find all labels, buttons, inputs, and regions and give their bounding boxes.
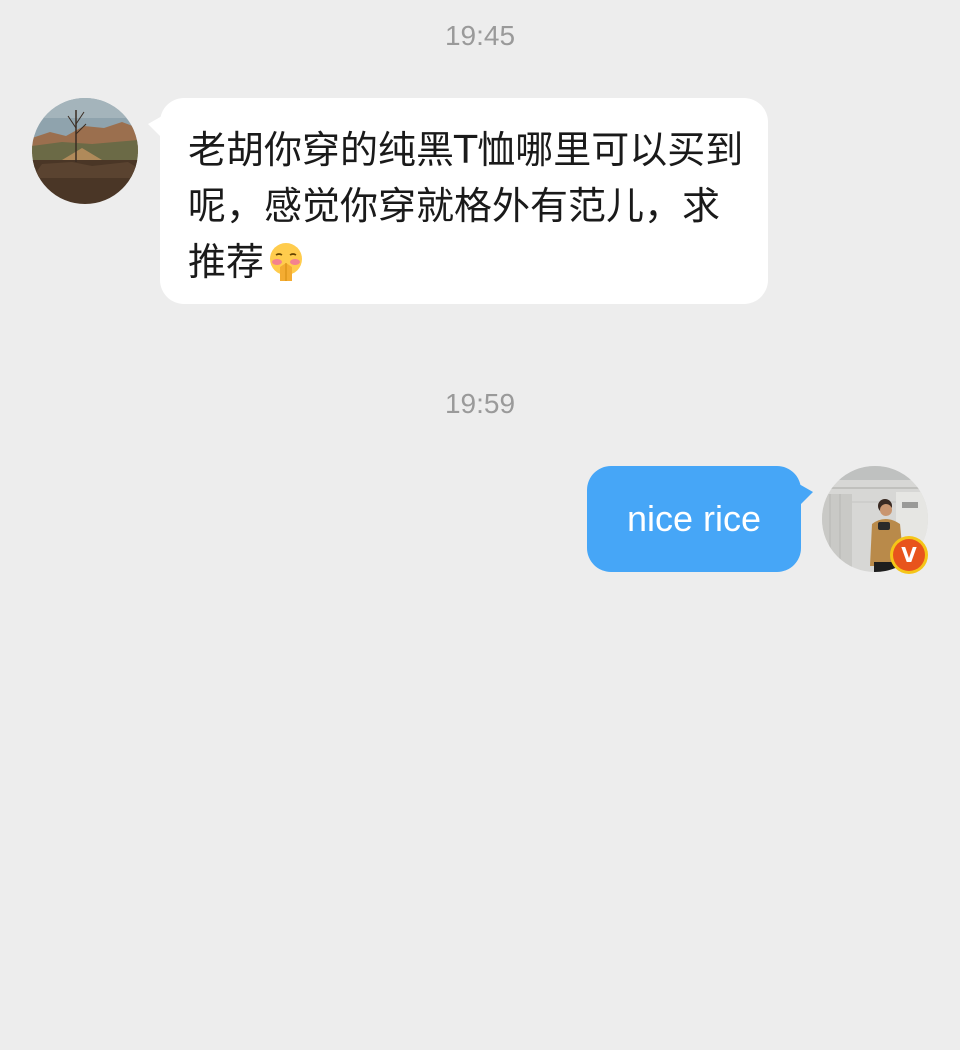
incoming-message-bubble[interactable]: 老胡你穿的纯黑T恤哪里可以买到呢，感觉你穿就格外有范儿，求推荐	[148, 98, 768, 304]
outgoing-message-bubble[interactable]: nice rice	[587, 466, 813, 572]
flushed-pleading-hands-emoji-icon	[266, 240, 306, 296]
landscape-painting-icon	[32, 98, 138, 204]
verified-badge-label: V	[893, 539, 925, 571]
timestamp: 19:59	[444, 388, 516, 419]
sender-avatar[interactable]	[32, 98, 138, 204]
verified-badge-icon: V	[890, 536, 928, 574]
timestamp: 19:45	[444, 20, 516, 51]
message-text: nice rice	[626, 498, 762, 539]
